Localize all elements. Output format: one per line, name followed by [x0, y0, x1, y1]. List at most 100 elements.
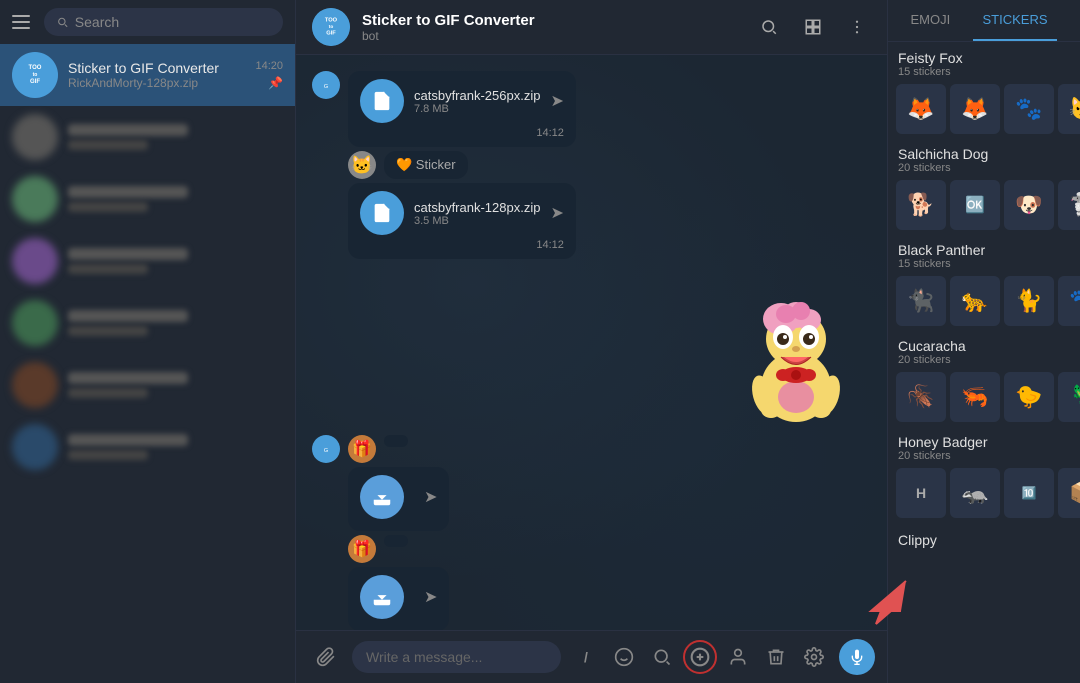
tab-emoji[interactable]: EMOJI	[888, 0, 973, 41]
file-message: ➤	[360, 575, 437, 619]
message-bubble-file-2: catsbyfrank-128px.zip 3.5 MB ➤ 14:12	[348, 183, 576, 259]
chat-item-blur-3[interactable]	[0, 230, 295, 292]
add-plus-button[interactable]	[683, 640, 717, 674]
chat-info-blur	[68, 186, 283, 212]
sticker-thumb[interactable]: 🦐	[950, 372, 1000, 422]
file-icon	[360, 191, 404, 235]
sticker-thumb[interactable]: 🦎	[1058, 372, 1080, 422]
header-icons	[755, 13, 871, 41]
sticker-thumb[interactable]: 📦	[1058, 468, 1080, 518]
settings-button[interactable]	[797, 640, 831, 674]
layout-button[interactable]	[799, 13, 827, 41]
sticker-preview-thumb: 🐱	[348, 151, 376, 179]
sticker-set-info: Feisty Fox 15 stickers	[898, 50, 1080, 78]
sticker-thumb[interactable]: 🐾	[1004, 84, 1054, 134]
profile-button[interactable]	[721, 640, 755, 674]
search-input[interactable]	[75, 14, 271, 30]
sticker-previews: 🦊 🦊 🐾 😼	[896, 84, 1080, 134]
search-bar[interactable]	[44, 8, 283, 36]
sticker-thumb[interactable]: 🆗	[950, 180, 1000, 230]
sticker-thumb[interactable]: 🦡	[950, 468, 1000, 518]
morty-sticker	[721, 267, 871, 427]
chat-preview-blur	[68, 264, 148, 274]
trash-button[interactable]	[759, 640, 793, 674]
sticker-previews: 🪳 🦐 🐤 🦎	[896, 372, 1080, 422]
file-message: catsbyfrank-256px.zip 7.8 MB ➤	[360, 79, 564, 123]
chat-info-blur	[68, 124, 283, 150]
settings-icon	[804, 647, 824, 667]
sticker-thumb[interactable]: 🐾	[1058, 276, 1080, 326]
forward-button[interactable]: ➤	[550, 203, 563, 223]
sticker-previews: 🐈‍⬛ 🐆 🐈 🐾	[896, 276, 1080, 326]
sticker-thumb[interactable]: 🐶	[1004, 180, 1054, 230]
chat-item-blur-4[interactable]	[0, 292, 295, 354]
sticker-thumb[interactable]: 🐈‍⬛	[896, 276, 946, 326]
sticker-set-info: Salchicha Dog 20 stickers	[898, 146, 1080, 174]
tab-gifs[interactable]: GIFS	[1057, 0, 1080, 41]
avatar: G	[312, 71, 340, 99]
sticker-thumb[interactable]: H	[896, 468, 946, 518]
sticker-thumb[interactable]: 😼	[1058, 84, 1080, 134]
message-input-row: /	[296, 630, 887, 683]
microphone-icon	[849, 649, 865, 665]
sticker-set-name: Salchicha Dog	[898, 146, 1080, 162]
msg-time: 14:12	[360, 239, 564, 251]
chat-name-blur	[68, 186, 188, 198]
chat-name-blur	[68, 372, 188, 384]
hamburger-menu-button[interactable]	[12, 10, 36, 34]
sticker-thumb[interactable]: 🦊	[896, 84, 946, 134]
sticker-thumb[interactable]: 🐩	[1058, 180, 1080, 230]
chat-info-blur	[68, 434, 283, 460]
sticker-thumb[interactable]: 🐈	[1004, 276, 1054, 326]
chat-item-blur-2[interactable]	[0, 168, 295, 230]
chat-info-blur	[68, 372, 283, 398]
sticker-set-count: 15 stickers	[898, 258, 1080, 270]
emoji-button[interactable]	[607, 640, 641, 674]
slash-command-button[interactable]: /	[569, 640, 603, 674]
chat-name-blur	[68, 310, 188, 322]
sticker-set-info: Clippy	[898, 532, 1080, 548]
message-input[interactable]	[352, 641, 561, 673]
sticker-thumb[interactable]: 🦊	[950, 84, 1000, 134]
more-button[interactable]	[843, 13, 871, 41]
message-bubble-sticker-label-2	[384, 435, 408, 447]
sticker-label-row: 🐱 🧡 Sticker	[348, 151, 576, 179]
document-icon	[371, 90, 393, 112]
file-info: catsbyfrank-256px.zip 7.8 MB	[414, 88, 540, 115]
header-search-button[interactable]	[755, 13, 783, 41]
microphone-button[interactable]	[839, 639, 875, 675]
forward-button[interactable]: ➤	[550, 91, 563, 111]
attachment-button[interactable]	[308, 639, 344, 675]
chat-header-name: Sticker to GIF Converter	[362, 12, 743, 29]
chat-item-blur-5[interactable]	[0, 354, 295, 416]
chat-item-blur-6[interactable]	[0, 416, 295, 478]
sticker-panel: EMOJI STICKERS GIFS Feisty Fox 15 sticke…	[887, 0, 1080, 683]
chat-meta: 14:20 📌	[255, 60, 283, 90]
chat-preview-blur	[68, 388, 148, 398]
sticker-list: Feisty Fox 15 stickers ADD 🦊 🦊 🐾 😼 Salch…	[888, 42, 1080, 683]
svg-text:to: to	[329, 24, 334, 30]
search-message-button[interactable]	[645, 640, 679, 674]
sticker-thumb[interactable]: 🪳	[896, 372, 946, 422]
sticker-previews: 🐕 🆗 🐶 🐩	[896, 180, 1080, 230]
chat-name-text: Sticker to GIF Converter	[68, 60, 219, 76]
chat-item-sticker-bot[interactable]: TOO to GIF Sticker to GIF Converter Rick…	[0, 44, 295, 106]
chat-name-blur	[68, 434, 188, 446]
file-message: ➤	[360, 475, 437, 519]
search-icon	[760, 18, 778, 36]
sticker-thumb[interactable]: 🐆	[950, 276, 1000, 326]
attachment-icon	[316, 647, 336, 667]
msg-time: 14:12	[360, 127, 564, 139]
sticker-thumb[interactable]: 🐕	[896, 180, 946, 230]
sticker-set-cucaracha: Cucaracha 20 stickers ADD 🪳 🦐 🐤 🦎	[896, 338, 1080, 422]
forward-button[interactable]: ➤	[424, 587, 437, 607]
sticker-set-header: Honey Badger 20 stickers ADD	[896, 434, 1080, 462]
sticker-thumb[interactable]: 🔟	[1004, 468, 1054, 518]
sticker-set-count: 20 stickers	[898, 162, 1080, 174]
chat-item-blur-1[interactable]	[0, 106, 295, 168]
tab-stickers[interactable]: STICKERS	[973, 0, 1058, 41]
forward-button[interactable]: ➤	[424, 487, 437, 507]
sticker-thumb[interactable]: 🐤	[1004, 372, 1054, 422]
avatar	[12, 362, 58, 408]
chat-preview-blur	[68, 326, 148, 336]
